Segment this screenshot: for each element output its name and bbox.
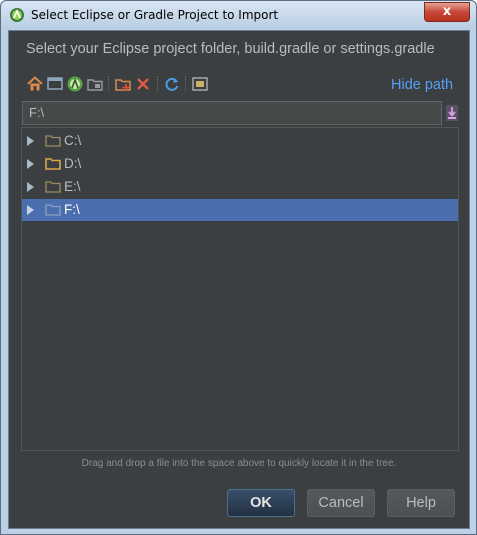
cancel-button[interactable]: Cancel <box>307 489 375 517</box>
dialog-prompt: Select your Eclipse project folder, buil… <box>26 41 435 57</box>
refresh-icon[interactable] <box>163 75 181 93</box>
tree-item-d[interactable]: D:\ <box>22 153 458 175</box>
download-path-icon[interactable] <box>445 104 459 122</box>
drag-drop-hint: Drag and drop a file into the space abov… <box>81 458 397 469</box>
tree-item-e[interactable]: E:\ <box>22 176 458 198</box>
close-button[interactable]: x <box>424 2 470 22</box>
tree-item-c[interactable]: C:\ <box>22 130 458 152</box>
file-tree[interactable]: C:\ D:\ E:\ F:\ <box>21 127 459 451</box>
file-chooser-toolbar <box>26 73 266 95</box>
toolbar-separator <box>185 76 186 92</box>
toolbar-separator <box>157 76 158 92</box>
dialog-content: Select your Eclipse project folder, buil… <box>8 30 470 529</box>
show-hidden-files-icon[interactable] <box>191 75 209 93</box>
path-input[interactable]: F:\ <box>22 101 442 125</box>
expand-arrow-icon[interactable] <box>27 159 34 169</box>
folder-icon <box>45 204 61 216</box>
folder-icon <box>45 135 61 147</box>
module-folder-icon[interactable] <box>86 75 104 93</box>
expand-arrow-icon[interactable] <box>27 136 34 146</box>
folder-icon <box>45 158 61 170</box>
close-icon: x <box>442 4 452 19</box>
tree-item-label: F:\ <box>64 202 80 217</box>
home-icon[interactable] <box>26 75 44 93</box>
tree-item-label: D:\ <box>64 156 82 171</box>
toolbar-separator <box>108 76 109 92</box>
dialog-window: Select Eclipse or Gradle Project to Impo… <box>0 0 477 535</box>
help-button[interactable]: Help <box>387 489 455 517</box>
new-folder-icon[interactable] <box>114 75 132 93</box>
window-title: Select Eclipse or Gradle Project to Impo… <box>31 8 279 22</box>
tree-item-f[interactable]: F:\ <box>22 199 458 221</box>
hide-path-link[interactable]: Hide path <box>391 77 453 93</box>
title-bar[interactable]: Select Eclipse or Gradle Project to Impo… <box>1 1 476 29</box>
ok-button[interactable]: OK <box>227 489 295 517</box>
android-studio-icon[interactable] <box>66 75 84 93</box>
delete-icon[interactable] <box>134 75 152 93</box>
folder-icon <box>45 181 61 193</box>
expand-arrow-icon[interactable] <box>27 205 34 215</box>
tree-item-label: C:\ <box>64 133 82 148</box>
android-studio-icon <box>10 8 24 22</box>
expand-arrow-icon[interactable] <box>27 182 34 192</box>
desktop-icon[interactable] <box>46 75 64 93</box>
tree-item-label: E:\ <box>64 179 81 194</box>
